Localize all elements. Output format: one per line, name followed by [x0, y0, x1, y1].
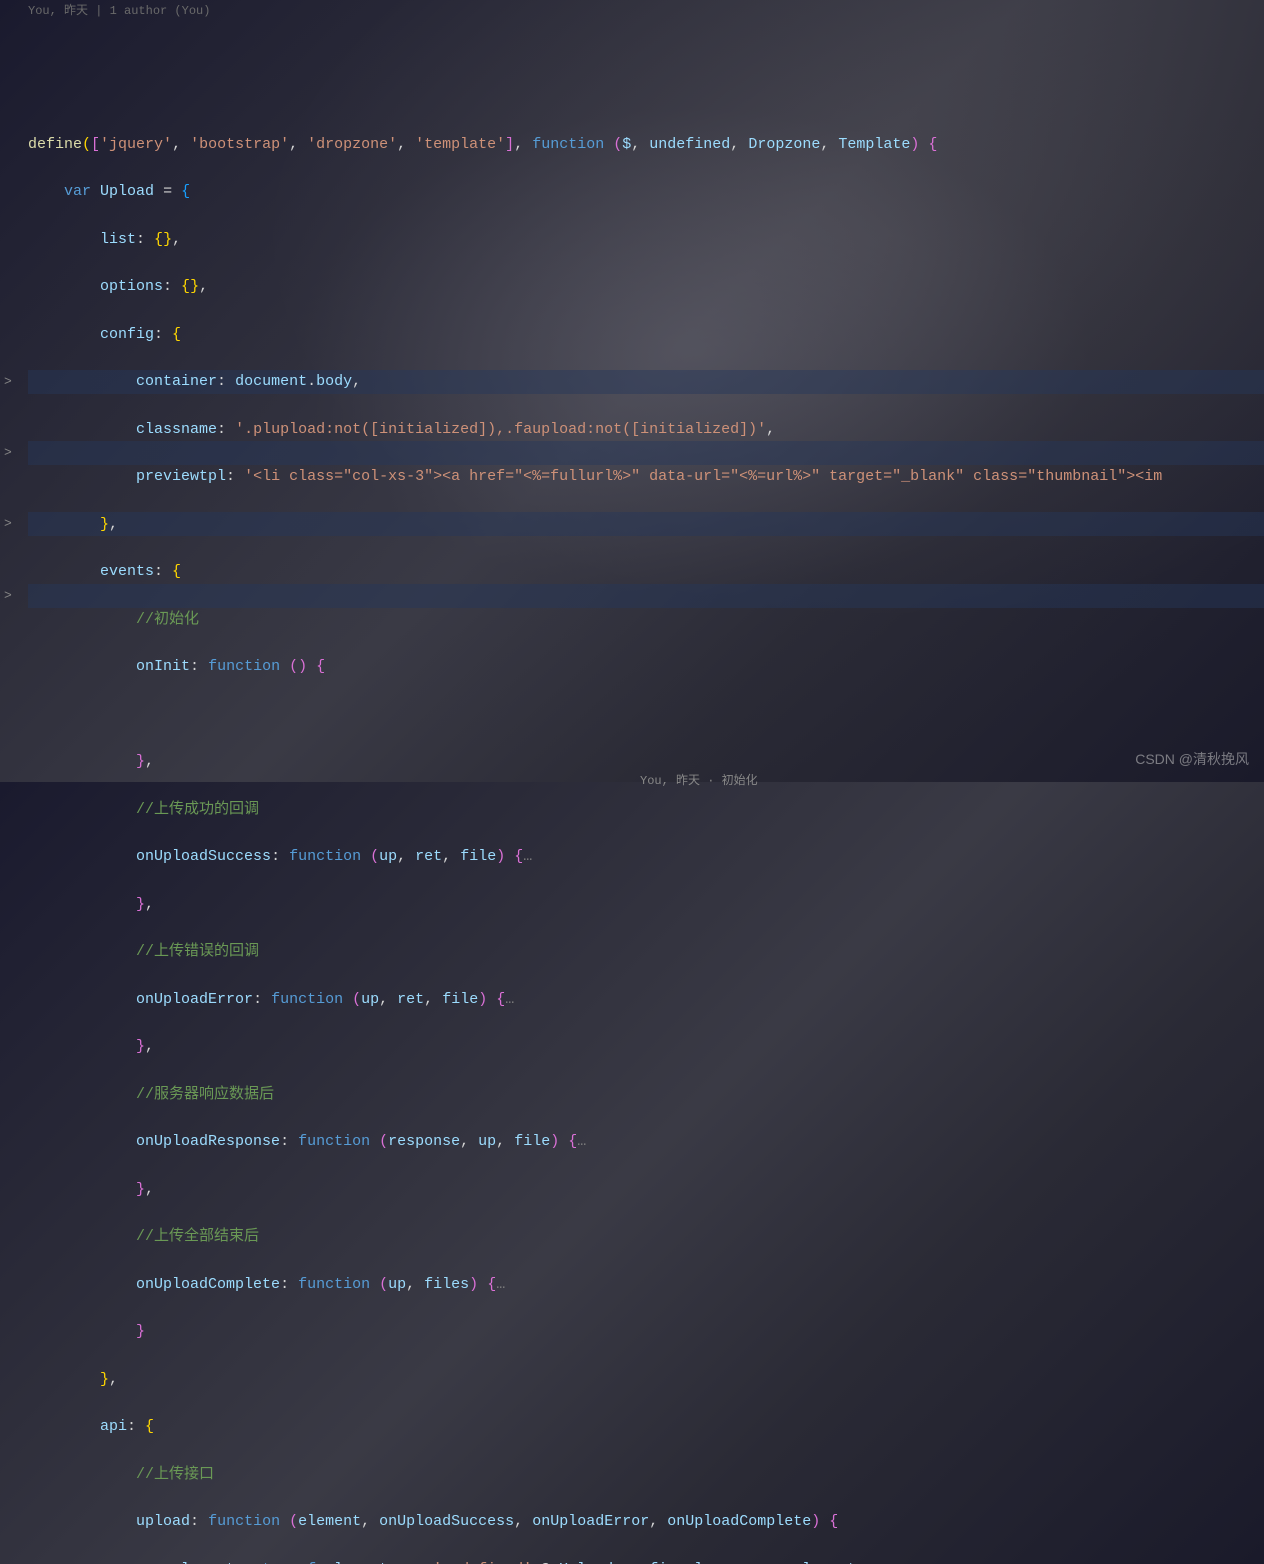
- gutter: > > > >: [0, 0, 20, 782]
- code-line[interactable]: //上传成功的回调: [28, 798, 1264, 822]
- code-line[interactable]: },: [28, 1035, 1264, 1059]
- code-line[interactable]: previewtpl: '<li class="col-xs-3"><a hre…: [28, 465, 1264, 489]
- code-line[interactable]: //上传全部结束后: [28, 1225, 1264, 1249]
- code-line[interactable]: },: [28, 893, 1264, 917]
- code-line[interactable]: define(['jquery', 'bootstrap', 'dropzone…: [28, 133, 1264, 157]
- code-line[interactable]: //上传接口: [28, 1463, 1264, 1487]
- code-line[interactable]: [28, 703, 1264, 727]
- fold-marker[interactable]: >: [4, 512, 12, 536]
- code-line[interactable]: },: [28, 513, 1264, 537]
- code-line[interactable]: api: {: [28, 1415, 1264, 1439]
- fold-marker[interactable]: >: [4, 584, 12, 608]
- code-line[interactable]: onUploadResponse: function (response, up…: [28, 1130, 1264, 1154]
- fold-marker[interactable]: >: [4, 370, 12, 394]
- code-line[interactable]: onUploadSuccess: function (up, ret, file…: [28, 845, 1264, 869]
- code-line[interactable]: //上传错误的回调: [28, 940, 1264, 964]
- code-line[interactable]: container: document.body,: [28, 370, 1264, 394]
- code-line[interactable]: }: [28, 1320, 1264, 1344]
- code-line[interactable]: options: {},: [28, 275, 1264, 299]
- code-line[interactable]: config: {: [28, 323, 1264, 347]
- code-line[interactable]: classname: '.plupload:not([initialized])…: [28, 418, 1264, 442]
- fold-marker[interactable]: >: [4, 441, 12, 465]
- code-line[interactable]: },: [28, 1368, 1264, 1392]
- code-line[interactable]: },: [28, 1178, 1264, 1202]
- code-line[interactable]: element = typeof element === 'undefined'…: [28, 1558, 1264, 1564]
- code-line[interactable]: events: {: [28, 560, 1264, 584]
- code-line[interactable]: onUploadError: function (up, ret, file) …: [28, 988, 1264, 1012]
- code-line[interactable]: onUploadComplete: function (up, files) {…: [28, 1273, 1264, 1297]
- code-line[interactable]: },: [28, 750, 1264, 774]
- code-line[interactable]: upload: function (element, onUploadSucce…: [28, 1510, 1264, 1534]
- code-line[interactable]: //初始化: [28, 608, 1264, 632]
- code-line[interactable]: var Upload = {: [28, 180, 1264, 204]
- code-line[interactable]: list: {},: [28, 228, 1264, 252]
- code-line[interactable]: //服务器响应数据后: [28, 1083, 1264, 1107]
- code-editor[interactable]: define(['jquery', 'bootstrap', 'dropzone…: [28, 14, 1264, 1564]
- code-line[interactable]: onInit: function () {: [28, 655, 1264, 679]
